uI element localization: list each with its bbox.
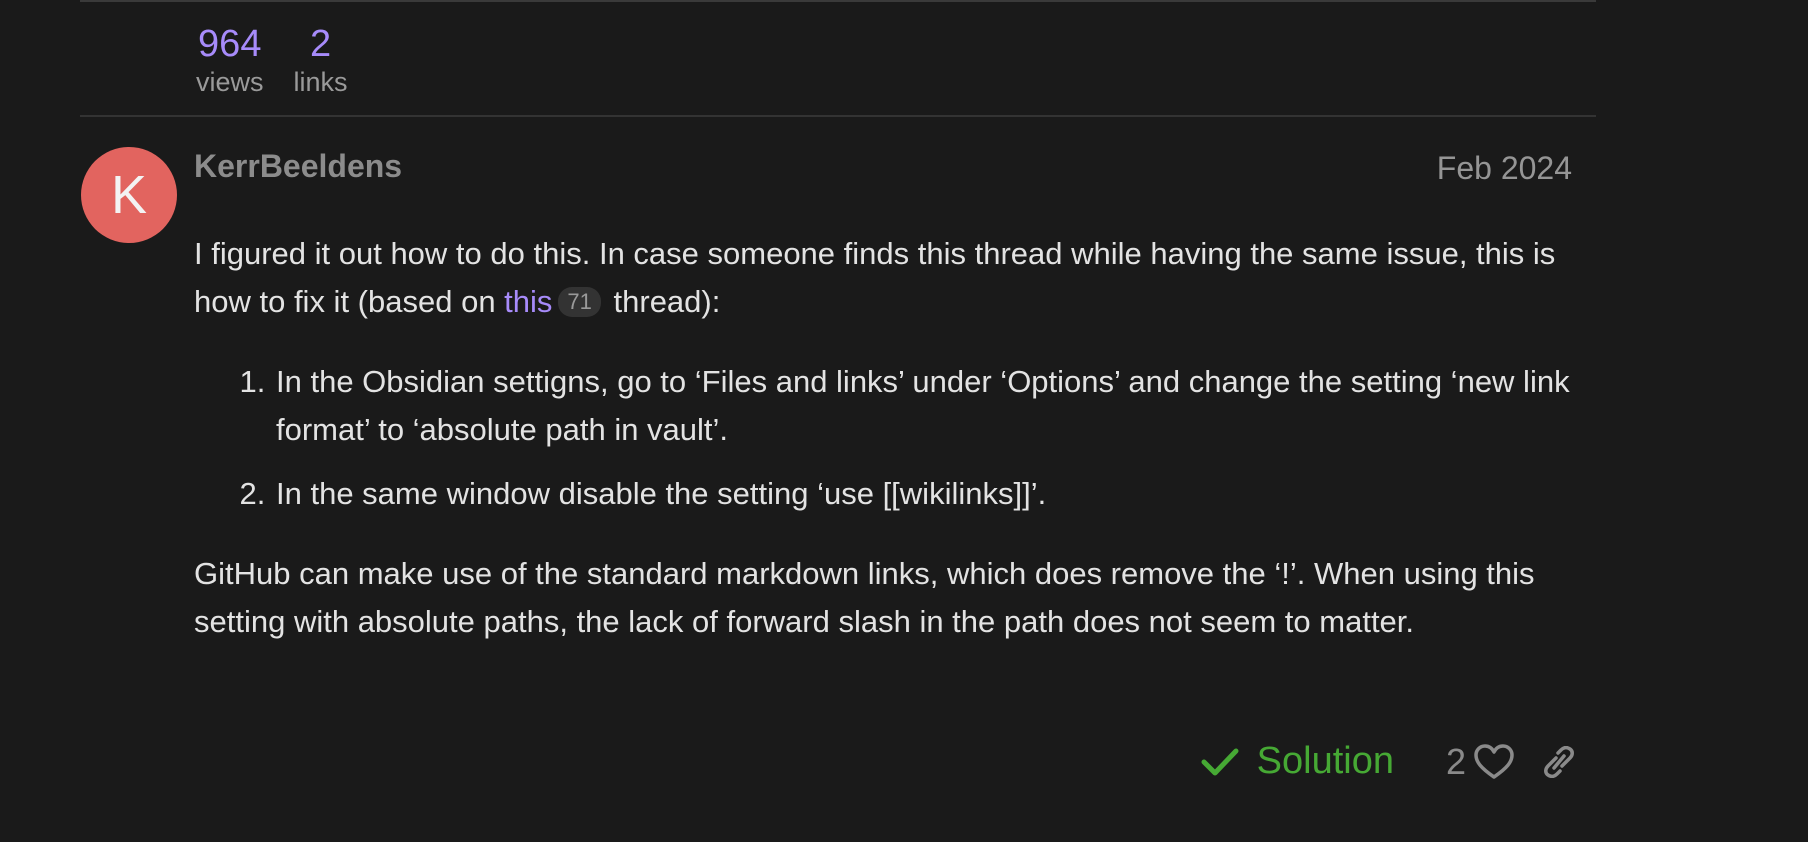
intro-text: I figured it out how to do this. In case…: [194, 236, 1556, 319]
link-icon[interactable]: [1540, 745, 1578, 778]
solution-button[interactable]: Solution: [1201, 740, 1394, 783]
post-actions: Solution 2: [1201, 740, 1578, 783]
post-date[interactable]: Feb 2024: [1437, 150, 1572, 187]
username-link[interactable]: KerrBeeldens: [194, 148, 402, 185]
links-count[interactable]: 2: [310, 22, 331, 66]
link-click-count-badge: 71: [558, 287, 601, 317]
top-divider: [80, 0, 1596, 2]
list-item: In the Obsidian settigns, go to ‘Files a…: [274, 358, 1584, 454]
avatar-letter: K: [110, 165, 148, 225]
post-body: I figured it out how to do this. In case…: [194, 230, 1584, 646]
links-label: links: [293, 67, 348, 97]
post-intro: I figured it out how to do this. In case…: [194, 230, 1584, 326]
intro-text-after: thread):: [604, 284, 721, 319]
topic-stats: 964 views 2 links: [196, 22, 348, 98]
list-item: In the same window disable the setting ‘…: [274, 470, 1584, 518]
solution-label: Solution: [1256, 740, 1394, 782]
views-stat: 964 views: [196, 22, 264, 98]
topic-page: 964 views 2 links K KerrBeeldens Feb 202…: [0, 0, 1808, 842]
heart-icon[interactable]: [1474, 743, 1514, 780]
post-divider: [80, 115, 1596, 117]
links-stat[interactable]: 2 links: [294, 22, 348, 98]
check-icon: [1201, 747, 1239, 777]
avatar[interactable]: K: [81, 147, 177, 243]
post-outro: GitHub can make use of the standard mark…: [194, 556, 1535, 639]
steps-list: In the Obsidian settigns, go to ‘Files a…: [194, 358, 1584, 518]
views-count: 964: [198, 23, 262, 65]
like-count[interactable]: 2: [1446, 741, 1466, 783]
views-label: views: [196, 67, 264, 97]
thread-link[interactable]: this: [504, 284, 552, 319]
